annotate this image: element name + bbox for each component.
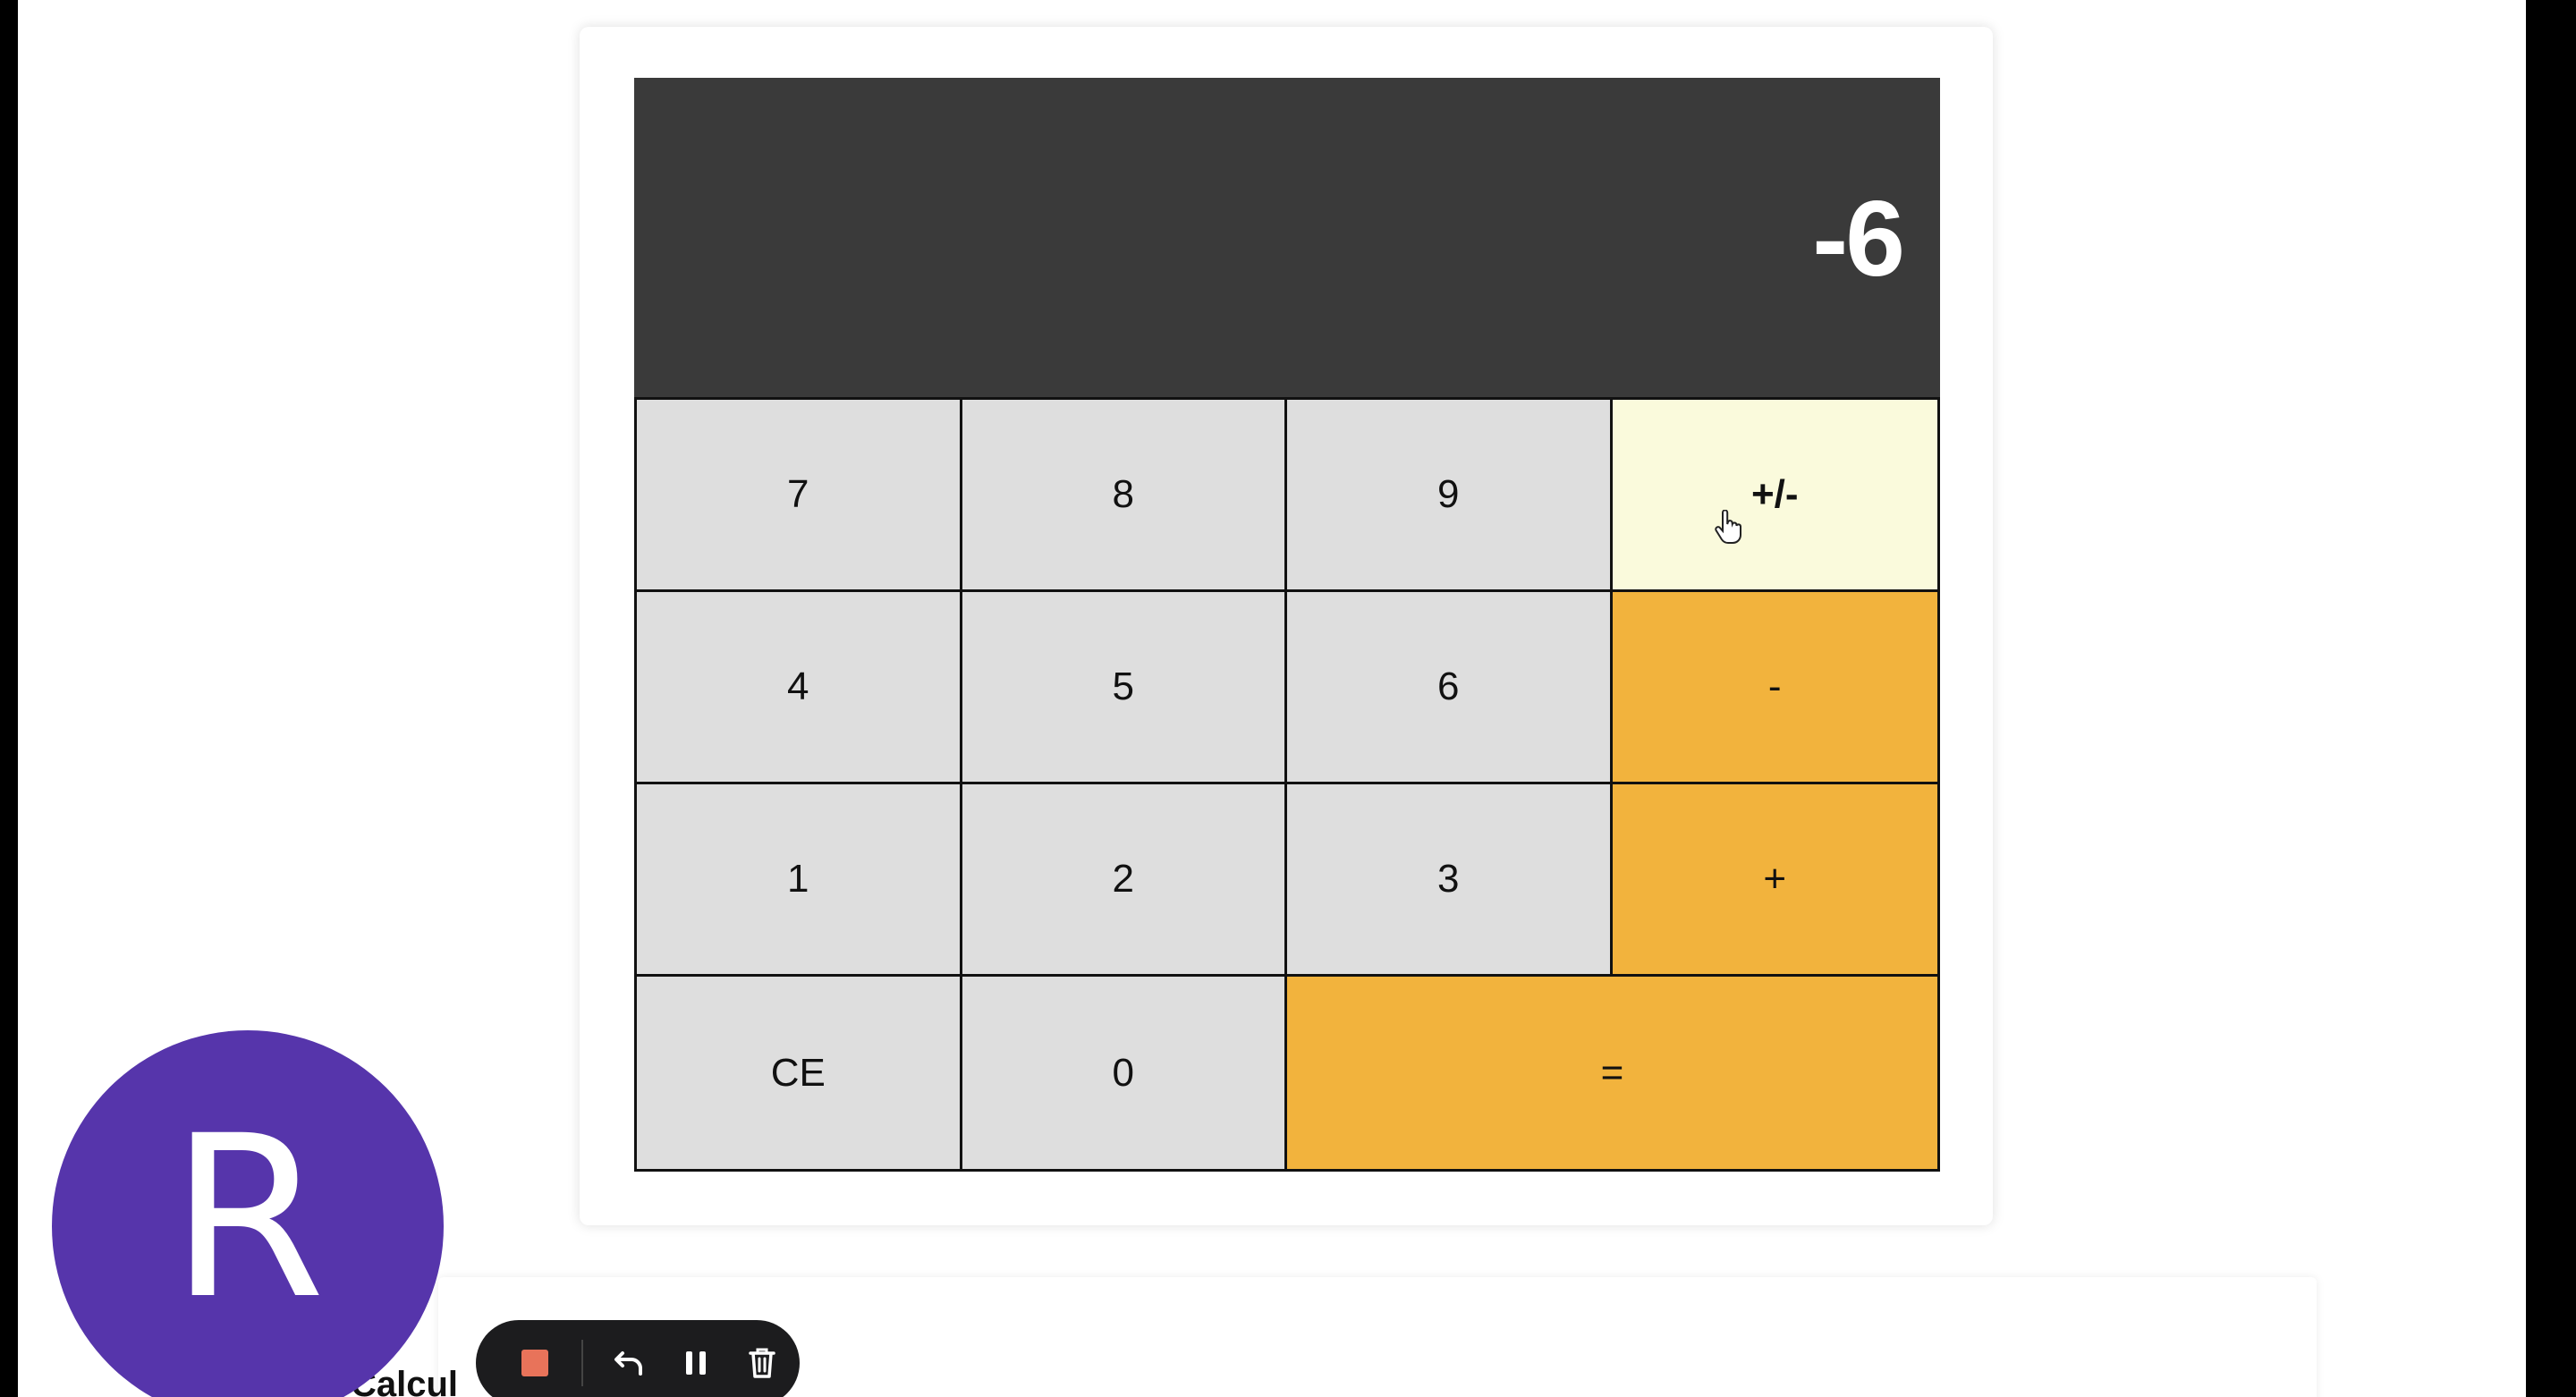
stop-recording-button[interactable] [515,1343,555,1383]
key-4[interactable]: 4 [637,592,962,784]
undo-icon [614,1351,642,1376]
key-6[interactable]: 6 [1287,592,1613,784]
key-8[interactable]: 8 [962,400,1287,592]
key-2[interactable]: 2 [962,784,1287,977]
key-5[interactable]: 5 [962,592,1287,784]
recorder-toolbar [476,1320,800,1397]
stop-icon [521,1350,548,1376]
undo-button[interactable] [610,1343,649,1383]
app-viewport: -6 7 8 9 +/- 4 5 6 - 1 2 3 + CE 0 = Calc… [18,0,2526,1397]
avatar-initial: R [170,1087,326,1348]
key-0[interactable]: 0 [962,977,1287,1169]
key-minus[interactable]: - [1612,592,1937,784]
toolbar-divider [581,1340,583,1386]
key-3[interactable]: 3 [1287,784,1613,977]
pause-icon [686,1351,706,1375]
trash-icon [749,1348,775,1378]
keypad: 7 8 9 +/- 4 5 6 - 1 2 3 + CE 0 = [634,397,1940,1172]
key-clear-entry[interactable]: CE [637,977,962,1169]
key-negate[interactable]: +/- [1612,400,1937,592]
hand-pointer-icon [1715,510,1741,544]
key-equals[interactable]: = [1287,977,1937,1169]
key-1[interactable]: 1 [637,784,962,977]
calculator-display: -6 [634,78,1940,400]
display-value: -6 [1812,179,1905,299]
pause-button[interactable] [676,1343,716,1383]
delete-button[interactable] [742,1343,782,1383]
avatar[interactable]: R [52,1030,444,1397]
key-9[interactable]: 9 [1287,400,1613,592]
key-7[interactable]: 7 [637,400,962,592]
key-plus[interactable]: + [1612,784,1937,977]
